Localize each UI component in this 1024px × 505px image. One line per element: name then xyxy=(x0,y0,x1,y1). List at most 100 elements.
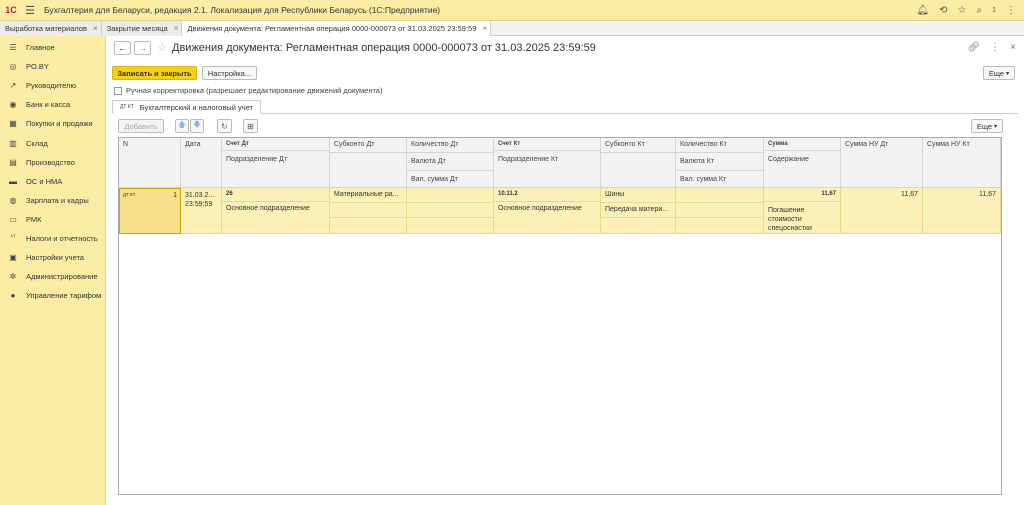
dt-kt-icon: ᴬᵀ xyxy=(10,235,16,242)
link-icon[interactable]: 🔗︎ xyxy=(967,42,980,53)
col-header-qty-kt[interactable]: Количество Кт xyxy=(676,138,764,153)
row-sum[interactable]: 11,67 xyxy=(764,188,841,202)
manual-correction-checkbox[interactable] xyxy=(114,87,122,95)
row-sum-nu-dt[interactable]: 11,67 xyxy=(841,188,923,234)
sidebar-item-warehouse[interactable]: ▥ Склад xyxy=(0,133,105,152)
favorites-star-icon[interactable]: ☆ xyxy=(958,5,967,16)
favorite-star-icon[interactable]: ☆ xyxy=(157,41,167,54)
col-header-division-dt[interactable]: Подразделение Дт xyxy=(222,151,330,188)
col-header-sum-nu-dt[interactable]: Сумма НУ Дт xyxy=(841,138,923,188)
col-header-cur-sum-dt[interactable]: Вал. сумма Дт xyxy=(407,171,494,188)
close-icon[interactable]: × xyxy=(1010,42,1016,53)
coin-icon: ◉ xyxy=(9,100,17,110)
arrow-right-icon: → xyxy=(138,43,147,53)
sidebar-item-taxes[interactable]: ᴬᵀ Налоги и отчетность xyxy=(0,229,105,248)
sidebar-item-administration[interactable]: ✲ Администрирование xyxy=(0,267,105,286)
col-header-date[interactable]: Дата xyxy=(181,138,222,188)
col-header-account-dt[interactable]: Счет Дт xyxy=(222,138,330,151)
tariff-icon: ● xyxy=(10,291,16,301)
row-account-dt[interactable]: 26 xyxy=(222,188,330,202)
col-header-content[interactable]: Содержание xyxy=(764,151,841,188)
col-header-qty-dt[interactable]: Количество Дт xyxy=(407,138,494,153)
gear-icon: ✲ xyxy=(9,272,17,282)
settings-list-icon: ▣ xyxy=(9,253,17,263)
arrow-down-icon: 🡇 xyxy=(192,120,202,129)
sidebar-item-salary[interactable]: ◍ Зарплата и кадры xyxy=(0,191,105,210)
row-date[interactable]: 31.03.2... 23:59:59 xyxy=(181,188,222,234)
movements-table[interactable]: N Дата Счет Дт Подразделение Дт Субконто… xyxy=(118,137,1002,495)
col-header-subconto-dt-2 xyxy=(330,153,407,188)
cart-icon: ▦ xyxy=(9,119,17,129)
col-header-currency-kt[interactable]: Валюта Кт xyxy=(676,153,764,171)
arrow-left-icon: ← xyxy=(118,43,127,53)
table-more-button[interactable]: Еще ▾ xyxy=(971,119,1003,133)
people-icon: ◍ xyxy=(9,195,17,205)
sidebar-item-purchases-sales[interactable]: ▦ Покупки и продажи xyxy=(0,114,105,133)
row-division-dt[interactable]: Основное подразделение xyxy=(222,202,330,234)
col-header-account-kt[interactable]: Счет Кт xyxy=(494,138,601,151)
sidebar-item-main[interactable]: ☰ Главное xyxy=(0,38,105,57)
search-icon[interactable]: ⌕ xyxy=(976,5,982,16)
user-count[interactable]: 1 xyxy=(992,7,996,14)
trend-icon: ↗ xyxy=(9,81,17,91)
row-division-kt[interactable]: Основное подразделение xyxy=(494,202,601,234)
row-account-kt[interactable]: 10.11.2 xyxy=(494,188,601,202)
add-button[interactable]: Добавить xyxy=(118,119,164,133)
menu-icon: ☰ xyxy=(9,43,17,53)
col-header-subconto-dt[interactable]: Субконто Дт xyxy=(330,138,407,153)
sidebar-item-tariff[interactable]: ● Управление тарифом xyxy=(0,286,105,305)
menu-dots-icon[interactable]: ⋮ xyxy=(990,42,1000,53)
bell-icon[interactable]: 🔔︎ xyxy=(916,5,929,16)
row-number: 1 xyxy=(173,192,177,199)
col-header-cur-sum-kt[interactable]: Вал. сумма Кт xyxy=(676,171,764,188)
col-header-sum[interactable]: Сумма xyxy=(764,138,841,151)
close-icon[interactable]: × xyxy=(93,24,98,33)
row-subconto-kt-2[interactable]: Передача матери... xyxy=(601,203,676,218)
page-title: Движения документа: Регламентная операци… xyxy=(172,42,596,54)
save-and-close-button[interactable]: Записать и закрыть xyxy=(112,66,197,80)
main-menu-icon[interactable]: ☰ xyxy=(22,0,38,21)
col-header-n[interactable]: N xyxy=(119,138,181,188)
sidebar-item-production[interactable]: ▤ Производство xyxy=(0,153,105,172)
menu-dots-icon[interactable]: ⋮ xyxy=(1006,5,1016,16)
tab-accounting-tax[interactable]: ДТ КТ Бухгалтерский и налоговый учет xyxy=(112,100,261,114)
row-sum-nu-kt[interactable]: 11,67 xyxy=(923,188,1001,234)
move-down-button[interactable]: 🡇 xyxy=(190,119,204,133)
col-header-currency-dt[interactable]: Валюта Дт xyxy=(407,153,494,171)
close-icon[interactable]: × xyxy=(174,24,179,33)
sidebar-item-accounting-settings[interactable]: ▣ Настройки учета xyxy=(0,248,105,267)
move-up-button[interactable]: 🡅 xyxy=(175,119,189,133)
forward-button[interactable]: → xyxy=(134,41,151,55)
sidebar-item-manager[interactable]: ↗ Руководителю xyxy=(0,76,105,95)
window-tab-month-close[interactable]: Закрытие месяца × xyxy=(101,21,183,36)
col-header-division-kt[interactable]: Подразделение Кт xyxy=(494,151,601,188)
app-logo: 1С xyxy=(5,5,17,15)
refresh-button[interactable]: ↻ xyxy=(217,119,232,133)
main-panel: ← → ☆ Движения документа: Регламентная о… xyxy=(106,36,1024,505)
window-tab-document-movements[interactable]: Движения документа: Регламентная операци… xyxy=(182,21,492,36)
col-header-subconto-kt-2 xyxy=(601,153,676,188)
sidebar-item-rmk[interactable]: ▭ РМК xyxy=(0,210,105,229)
more-button[interactable]: Еще ▾ xyxy=(983,66,1015,80)
copy-table-button[interactable]: ⊞ xyxy=(243,119,258,133)
sidebar-item-poby[interactable]: ◎ PO.BY xyxy=(0,57,105,76)
close-icon[interactable]: × xyxy=(482,24,487,33)
sidebar: ☰ Главное ◎ PO.BY ↗ Руководителю ◉ Банк и ка… xyxy=(0,36,106,505)
history-icon[interactable]: ⟲ xyxy=(939,5,947,16)
row-number-cell[interactable]: ДТ КТ 1 xyxy=(119,188,181,234)
sidebar-item-bank[interactable]: ◉ Банк и касса xyxy=(0,95,105,114)
title-bar: 1С ☰ Бухгалтерия для Беларуси, редакция … xyxy=(0,0,1024,21)
row-subconto-kt-1[interactable]: Шины xyxy=(601,188,676,203)
warehouse-icon: ▥ xyxy=(9,138,17,148)
register-icon: ▭ xyxy=(9,214,17,224)
chevron-down-icon: ▾ xyxy=(1006,70,1010,77)
back-button[interactable]: ← xyxy=(114,41,131,55)
sidebar-item-fixed-assets[interactable]: ▬ ОС и НМА xyxy=(0,172,105,191)
poby-icon: ◎ xyxy=(9,62,17,72)
col-header-subconto-kt[interactable]: Субконто Кт xyxy=(601,138,676,153)
row-subconto-dt[interactable]: Материальные ра... xyxy=(330,188,407,203)
settings-button[interactable]: Настройка... xyxy=(202,66,257,80)
window-tab-material-output[interactable]: Выработка материалов × xyxy=(0,21,102,36)
row-content[interactable]: Погашение стоимости спецоснастки xyxy=(764,202,841,234)
col-header-sum-nu-kt[interactable]: Сумма НУ Кт xyxy=(923,138,1001,188)
